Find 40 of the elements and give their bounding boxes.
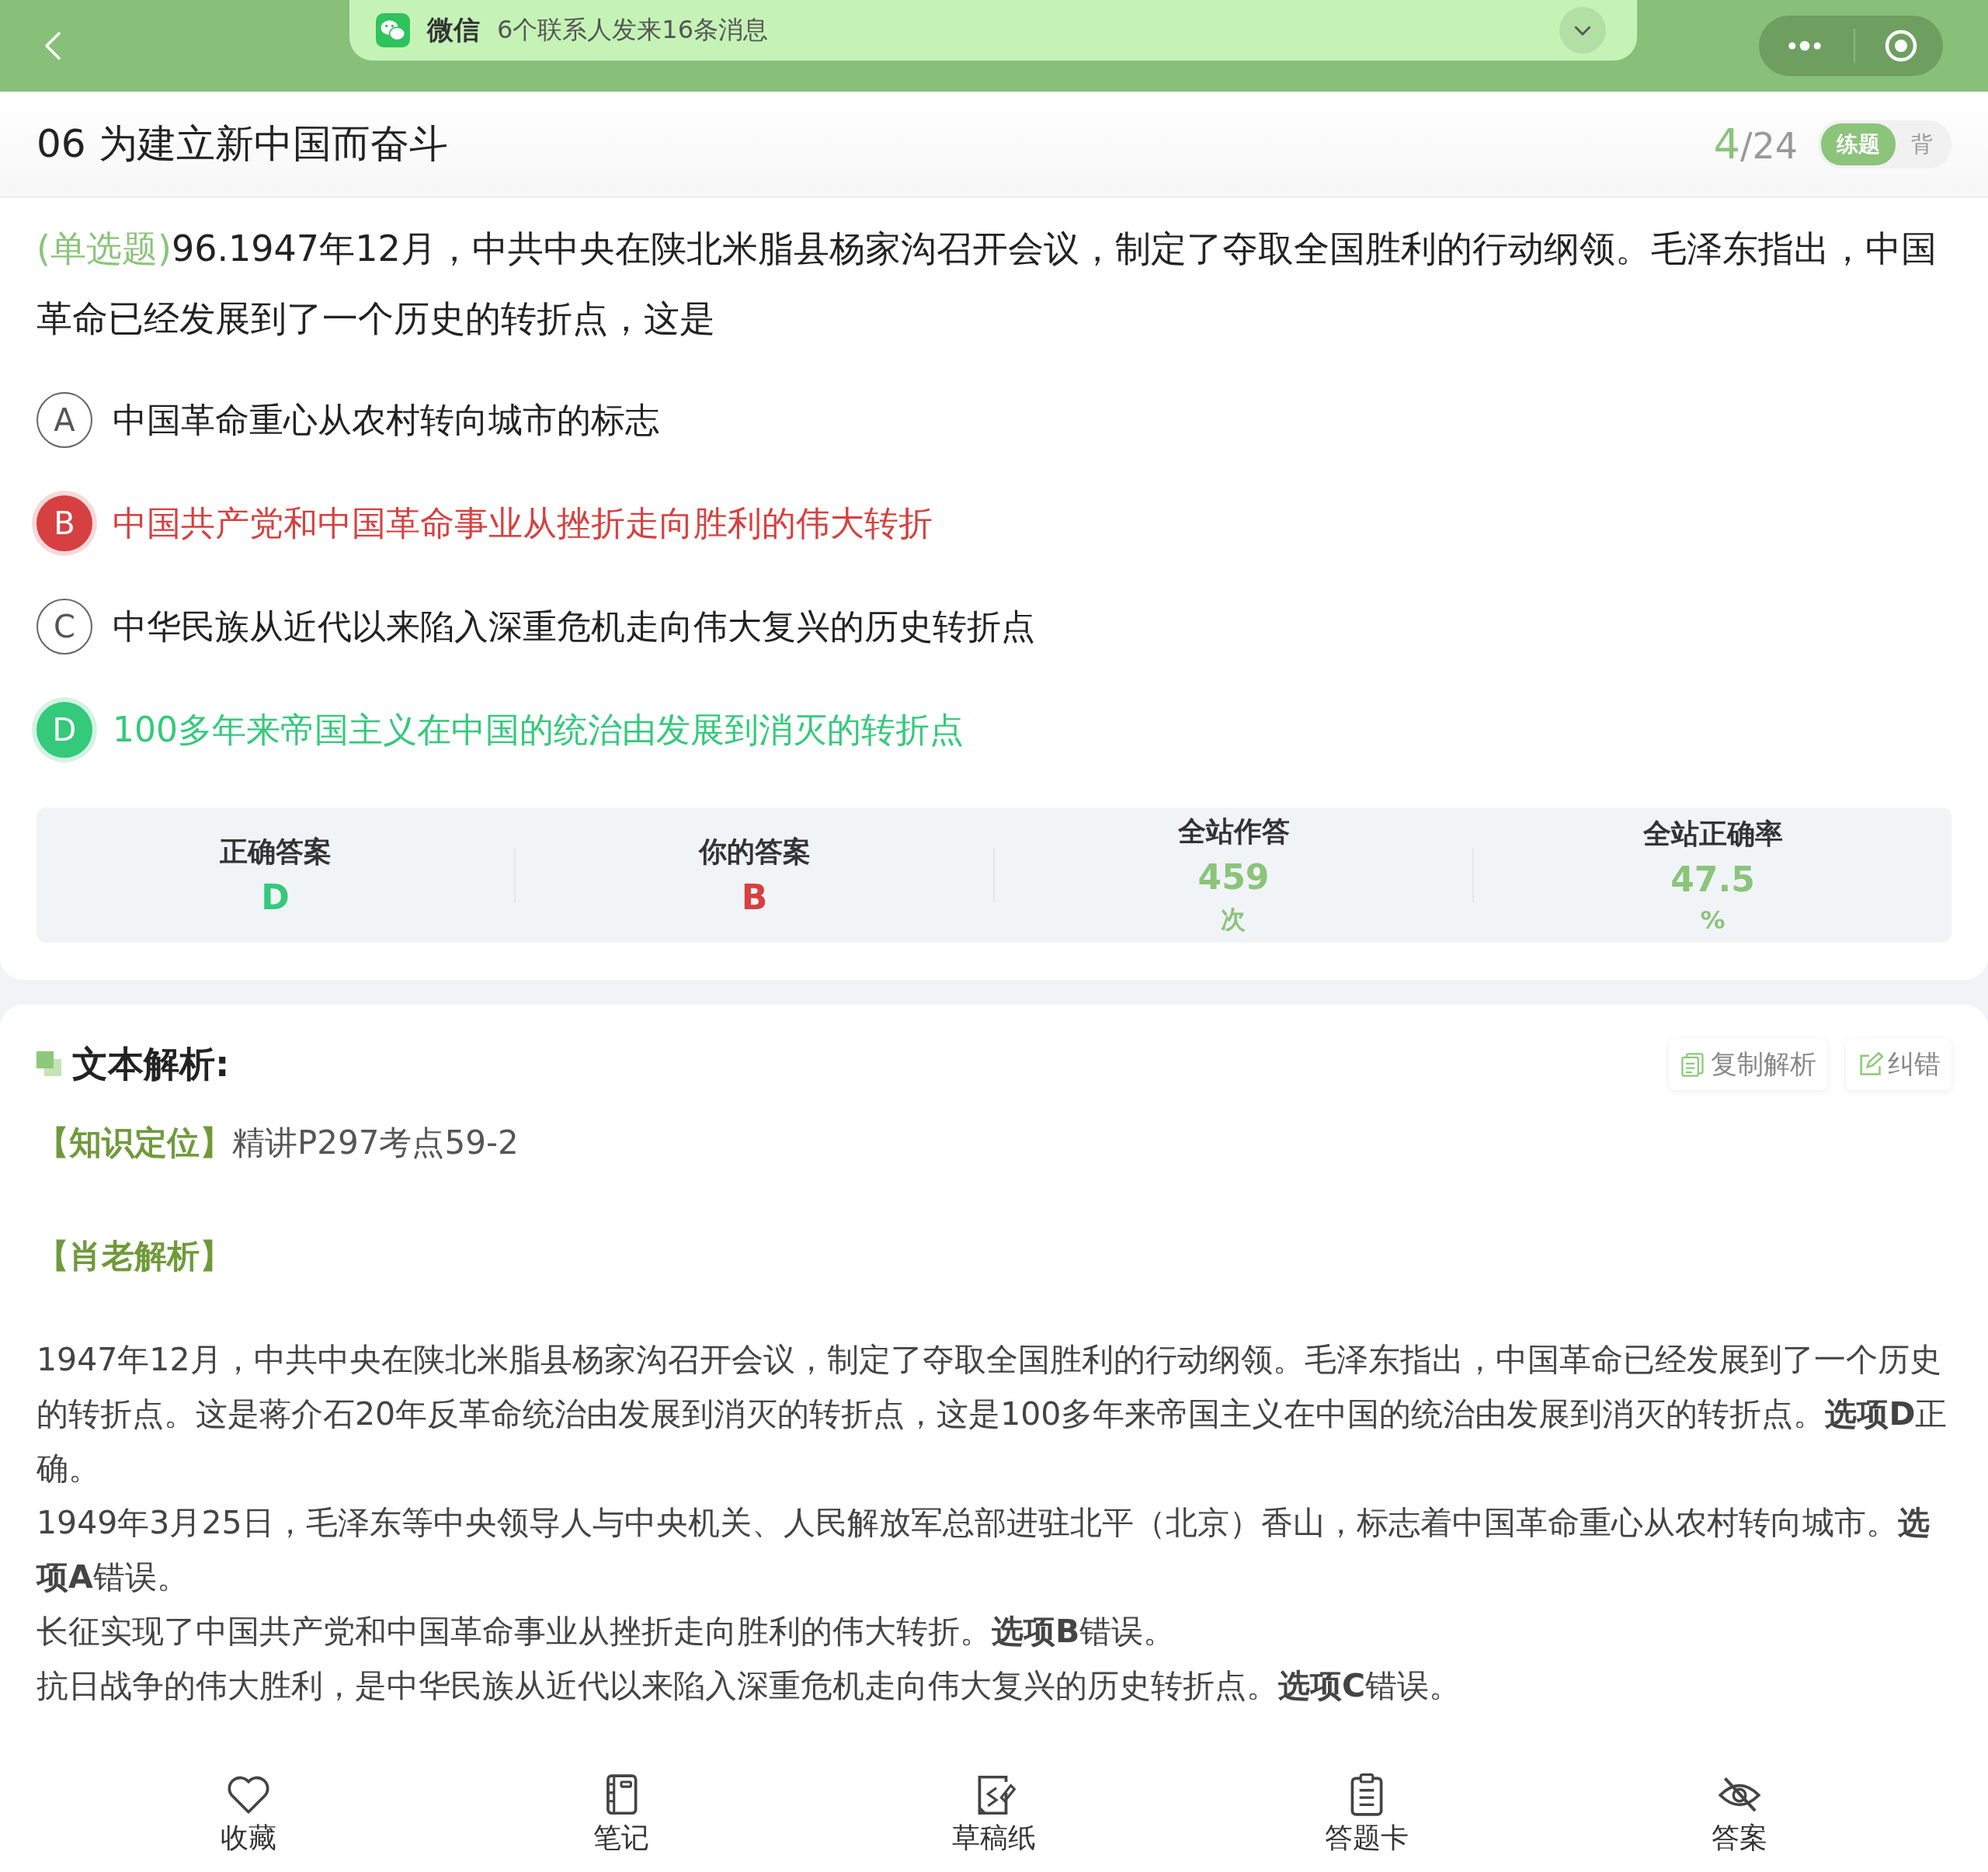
close-icon[interactable] [1883, 29, 1918, 63]
back-icon[interactable] [43, 30, 62, 61]
option-letter: A [36, 392, 92, 448]
stat-label: 你的答案 [698, 835, 811, 869]
stat-label: 正确答案 [219, 835, 332, 869]
answer-option[interactable]: A 中国革命重心从农村转向城市的标志 [36, 391, 1952, 450]
analysis-label: 【肖老解析】 [36, 1237, 232, 1275]
action-button[interactable]: 复制解析 [1669, 1039, 1827, 1090]
option-letter: C [36, 599, 92, 655]
chat-app-icon [376, 13, 410, 47]
analysis-paragraph: 长征实现了中国共产党和中国革命事业从挫折走向胜利的伟大转折。选项B错误。 [36, 1612, 1176, 1651]
question-number: 4 [1713, 120, 1740, 168]
notification-message: 6个联系人发来16条消息 [497, 14, 770, 46]
action-button[interactable]: 纠错 [1846, 1039, 1952, 1090]
stat-value: 47.5 % [1670, 860, 1755, 935]
stat-value: B [741, 877, 768, 917]
section-marker-icon [36, 1051, 63, 1078]
copy-icon [1680, 1051, 1706, 1078]
answer-option[interactable]: B 中国共产党和中国革命事业从挫折走向胜利的伟大转折 [36, 494, 1952, 553]
notification-banner[interactable]: 微信 6个联系人发来16条消息 [349, 0, 1637, 61]
knowledge-text: 精讲P297考点59-2 [232, 1123, 519, 1163]
stat-label: 全站正确率 [1642, 817, 1783, 851]
tab-bar-item[interactable]: 笔记 [544, 1771, 699, 1872]
tab-bar-item[interactable]: 收藏 [171, 1771, 326, 1872]
section-title: 文本解析: [72, 1042, 230, 1086]
stat-value: D [261, 877, 290, 917]
chapter-title: 06 为建立新中国而奋斗 [36, 120, 449, 168]
answer-option[interactable]: C 中华民族从近代以来陷入深重危机走向伟大复兴的历史转折点 [36, 597, 1952, 656]
stat-label: 全站作答 [1177, 814, 1290, 849]
tab-bar-item[interactable]: 答题卡 [1289, 1771, 1444, 1872]
analysis-paragraph: 1947年12月，中共中央在陕北米脂县杨家沟召开会议，制定了夺取全国胜利的行动纲领。毛泽东指出，中国革命已经发展到了一个历史的转折点。这是蒋介石20年反革命统治由发展到消灭的转折点，这是100多年来帝国主义在中国的统治由发展到消灭的转折点。选项D正确。 [36, 1340, 1948, 1488]
question-text: (单选题)96.1947年12月，中共中央在陕北米脂县杨家沟召开会议，制定了夺取全国胜利的行动纲领。毛泽东指出，中国革命已经发展到了一个历史的转折点，这是 [36, 227, 1938, 341]
question-total: /24 [1740, 125, 1798, 167]
notification-app: 微信 [427, 13, 480, 47]
analysis-paragraph: 抗日战争的伟大胜利，是中华民族从近代以来陷入深重危机走向伟大复兴的历史转折点。选项C错误。 [36, 1666, 1462, 1706]
tab-bar-item[interactable]: 答案 [1662, 1771, 1817, 1872]
tab-bar-item[interactable]: 草稿纸 [916, 1771, 1072, 1872]
analysis-paragraph: 1949年3月25日，毛泽东等中央领导人与中央机关、人民解放军总部进驻北平（北京）香山，标志着中国革命重心从农村转向城市。选项A错误。 [36, 1503, 1931, 1597]
stat-value: 459 次 [1197, 857, 1270, 936]
knowledge-label: 【知识定位】 [36, 1123, 232, 1163]
